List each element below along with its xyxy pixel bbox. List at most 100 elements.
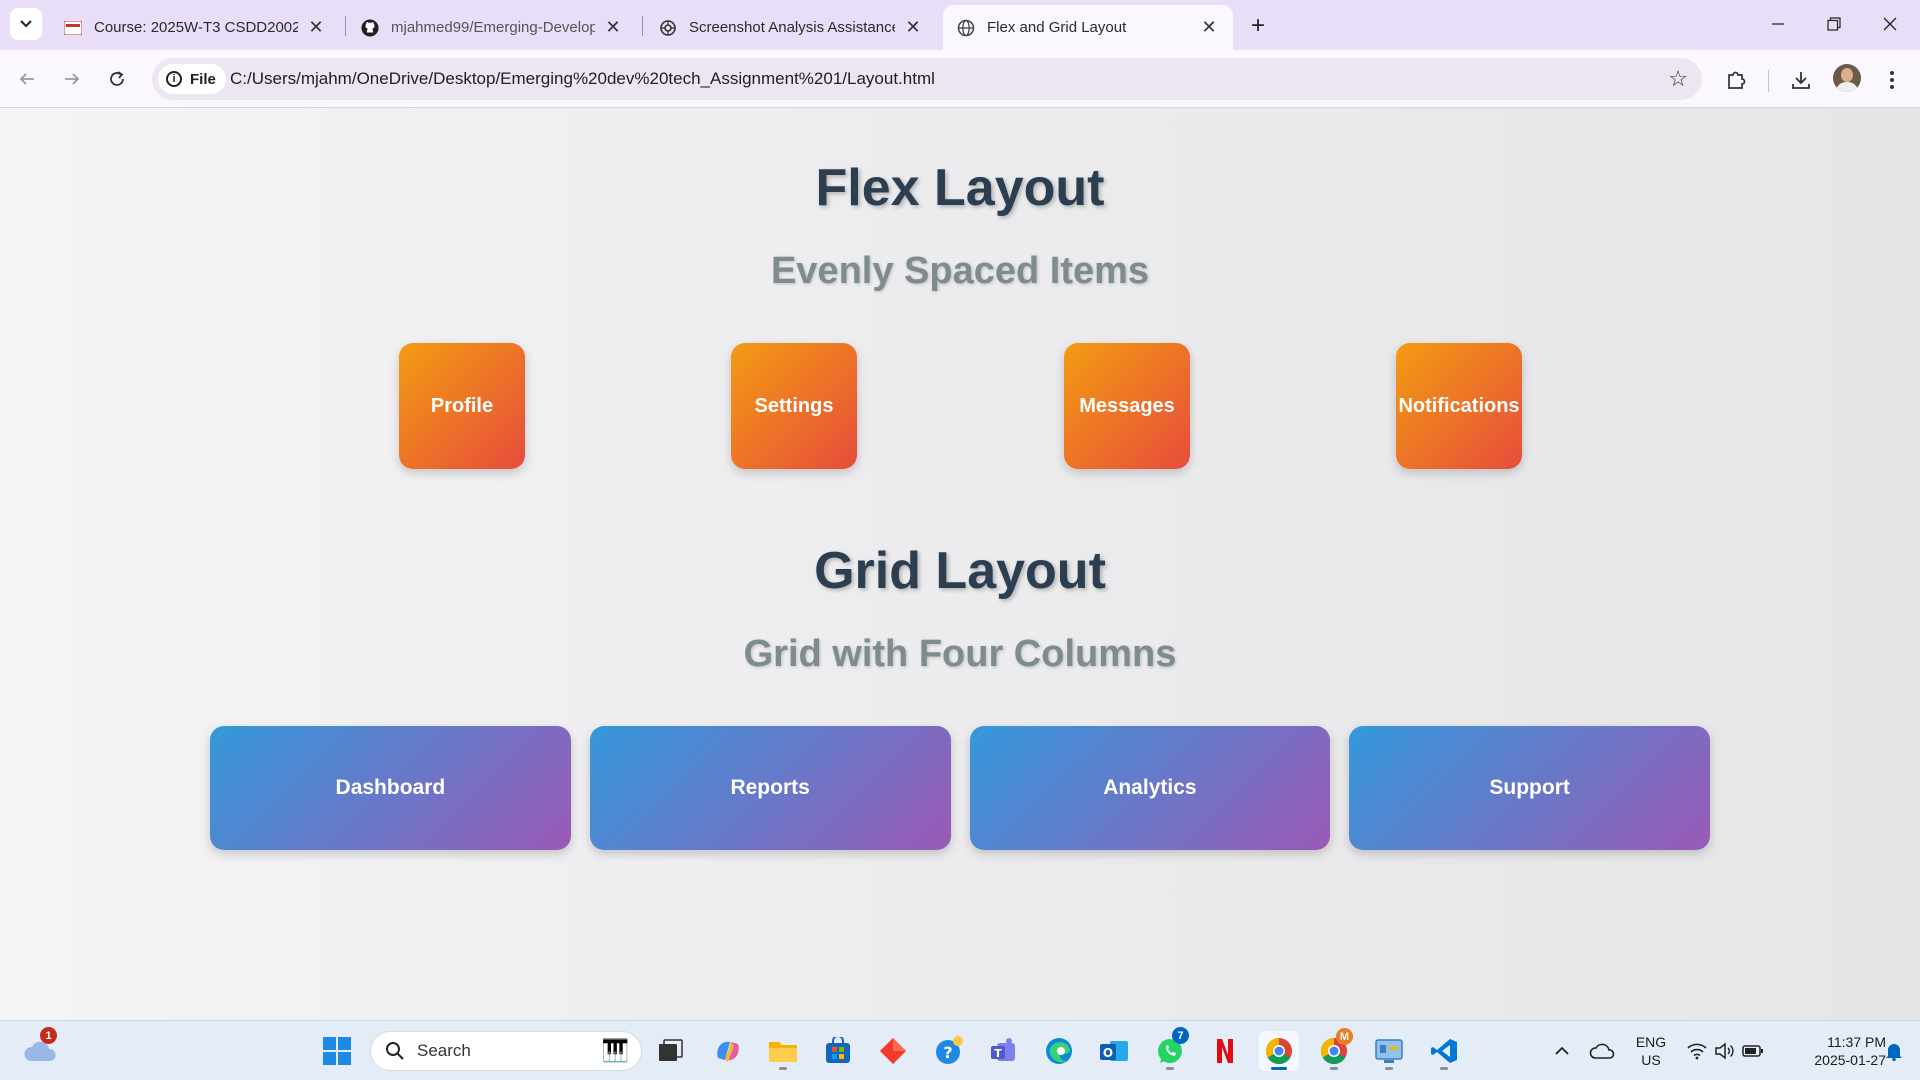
close-tab-icon[interactable]: ✕: [306, 17, 326, 38]
taskbar-copilot[interactable]: [708, 1031, 748, 1071]
folder-icon: [769, 1042, 797, 1062]
flex-layout-subheading: Evenly Spaced Items: [770, 250, 1150, 292]
chrome-profile-badge: M: [1336, 1028, 1353, 1045]
site-info-chip[interactable]: i File: [158, 64, 226, 94]
taskbar-outlook[interactable]: O: [1094, 1031, 1134, 1071]
taskbar-task-view[interactable]: [651, 1031, 691, 1071]
grid-item-reports[interactable]: Reports: [589, 726, 951, 850]
new-tab-button[interactable]: +: [1244, 12, 1272, 40]
tab-title: Screenshot Analysis Assistance: [689, 19, 895, 36]
reload-button[interactable]: [100, 62, 134, 96]
close-tab-icon[interactable]: ✕: [1199, 17, 1219, 38]
grid-container: Dashboard Reports Analytics Support: [210, 726, 1710, 850]
notification-center-button[interactable]: [1876, 1031, 1912, 1071]
quick-settings-tray[interactable]: [1680, 1031, 1770, 1071]
close-window-button[interactable]: [1862, 0, 1918, 48]
back-button[interactable]: [10, 62, 44, 96]
taskbar-app-red-diamond[interactable]: [873, 1031, 913, 1071]
chrome-icon: [1265, 1037, 1292, 1065]
browser-toolbar: i File C:/Users/mjahm/OneDrive/Desktop/E…: [0, 50, 1920, 108]
flex-item-notifications[interactable]: Notifications: [1396, 343, 1522, 469]
weather-badge: 1: [40, 1027, 57, 1044]
scheme-label: File: [190, 70, 216, 88]
browser-tab-strip: Course: 2025W-T3 CSDD2002 - ✕ mjahmed99/…: [0, 0, 1920, 50]
taskbar-chrome-profile[interactable]: M: [1314, 1028, 1354, 1071]
url-text[interactable]: C:/Users/mjahm/OneDrive/Desktop/Emerging…: [230, 69, 935, 89]
show-hidden-icons-button[interactable]: [1542, 1031, 1582, 1071]
tab-flex-grid-layout[interactable]: Flex and Grid Layout ✕: [943, 5, 1233, 50]
store-icon: [826, 1037, 850, 1063]
region-label: US: [1641, 1052, 1661, 1068]
tab-search-button[interactable]: [10, 8, 42, 40]
grid-layout-heading: Grid Layout: [814, 542, 1106, 600]
wifi-icon: [1687, 1043, 1707, 1060]
taskbar-file-explorer[interactable]: [763, 1031, 803, 1071]
browser-menu-button[interactable]: [1876, 64, 1908, 96]
battery-icon: [1742, 1045, 1763, 1057]
address-bar[interactable]: i File C:/Users/mjahm/OneDrive/Desktop/E…: [152, 58, 1702, 100]
flex-item-settings[interactable]: Settings: [731, 343, 857, 469]
chevron-down-icon: [20, 20, 32, 28]
profile-avatar[interactable]: [1833, 64, 1861, 92]
extensions-button[interactable]: [1720, 64, 1752, 96]
flex-layout-heading: Flex Layout: [815, 159, 1105, 217]
grid-item-dashboard[interactable]: Dashboard: [210, 726, 571, 850]
taskbar-whatsapp[interactable]: 7: [1150, 1027, 1190, 1071]
edge-icon: [1046, 1038, 1072, 1064]
taskbar-teams[interactable]: T: [984, 1031, 1024, 1071]
taskbar-netflix[interactable]: [1205, 1031, 1245, 1071]
search-icon: [386, 1042, 404, 1060]
close-tab-icon[interactable]: ✕: [603, 17, 623, 38]
task-view-icon: [659, 1039, 683, 1061]
diamond-app-icon: [880, 1038, 906, 1064]
reload-icon: [110, 71, 124, 86]
taskbar-microsoft-store[interactable]: [818, 1031, 858, 1071]
onedrive-cloud-icon: [1589, 1043, 1615, 1059]
tab-course[interactable]: Course: 2025W-T3 CSDD2002 - ✕: [50, 5, 340, 50]
grid-item-analytics[interactable]: Analytics: [969, 726, 1331, 850]
start-button[interactable]: [317, 1031, 357, 1071]
control-panel-icon: [1375, 1039, 1403, 1063]
toolbar-divider: [1768, 70, 1769, 92]
restore-button[interactable]: [1806, 0, 1862, 48]
minimize-icon: [1772, 23, 1784, 25]
taskbar-control-panel[interactable]: [1369, 1031, 1409, 1071]
taskbar-edge[interactable]: [1039, 1031, 1079, 1071]
plus-icon: +: [1250, 12, 1265, 39]
kebab-menu-icon: [1890, 71, 1894, 89]
svg-text:T: T: [994, 1047, 1002, 1060]
forward-button[interactable]: [55, 62, 89, 96]
chatgpt-icon: [659, 19, 677, 37]
close-tab-icon[interactable]: ✕: [903, 17, 923, 38]
minimize-button[interactable]: [1750, 0, 1806, 48]
vscode-icon: [1431, 1039, 1457, 1063]
page-content: Flex Layout Evenly Spaced Items Profile …: [0, 108, 1920, 1020]
weather-widget[interactable]: 1: [20, 1027, 60, 1071]
bookmark-star-icon[interactable]: ☆: [1668, 66, 1688, 92]
grid-item-support[interactable]: Support: [1349, 726, 1710, 850]
input-language-indicator[interactable]: ENG US: [1628, 1033, 1674, 1069]
windows-taskbar: 1 Search 🎹 ? T O 7 M ENG US 11:37 PM 202…: [0, 1020, 1920, 1080]
tab-screenshot-analysis[interactable]: Screenshot Analysis Assistance ✕: [645, 5, 937, 50]
taskbar-vscode[interactable]: [1424, 1031, 1464, 1071]
flex-item-messages[interactable]: Messages: [1064, 343, 1190, 469]
taskbar-search[interactable]: Search 🎹: [370, 1031, 642, 1071]
taskbar-get-help[interactable]: ?: [929, 1031, 969, 1071]
taskbar-clock[interactable]: 11:37 PM 2025-01-27: [1780, 1033, 1886, 1069]
help-icon: ?: [936, 1036, 963, 1064]
onedrive-tray[interactable]: [1582, 1031, 1622, 1071]
chevron-up-icon: [1555, 1046, 1569, 1055]
flex-item-profile[interactable]: Profile: [399, 343, 525, 469]
arrow-right-icon: [65, 73, 80, 85]
downloads-button[interactable]: [1785, 64, 1817, 96]
search-highlight-icon: 🎹: [601, 1038, 629, 1063]
globe-icon: [957, 19, 975, 37]
taskbar-chrome-active[interactable]: [1259, 1031, 1299, 1071]
svg-text:?: ?: [943, 1043, 952, 1062]
flex-container: Profile Settings Messages Notifications: [0, 343, 1920, 469]
teams-icon: T: [991, 1038, 1015, 1061]
tab-github[interactable]: mjahmed99/Emerging-Develop ✕: [347, 5, 637, 50]
close-icon: [1883, 17, 1897, 31]
language-label: ENG: [1635, 1034, 1667, 1050]
copilot-icon: [717, 1041, 739, 1062]
